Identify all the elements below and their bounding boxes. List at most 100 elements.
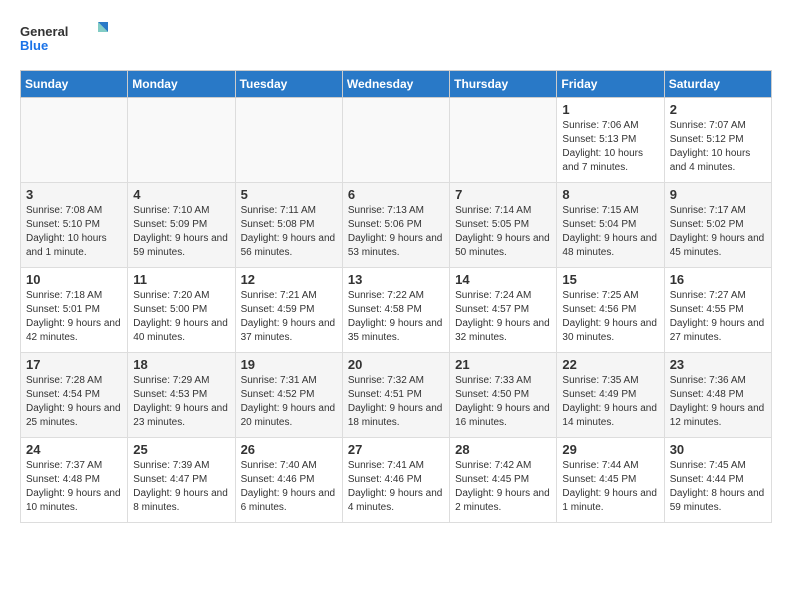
calendar-cell: 26 Sunrise: 7:40 AM Sunset: 4:46 PM Dayli… [235,438,342,523]
weekday-header-saturday: Saturday [664,71,771,98]
day-info: Sunrise: 7:06 AM Sunset: 5:13 PM Dayligh… [562,119,658,175]
day-number: 11 [133,272,229,287]
calendar-cell: 4 Sunrise: 7:10 AM Sunset: 5:09 PM Daylig… [128,183,235,268]
day-number: 5 [241,187,337,202]
calendar-week-3: 10 Sunrise: 7:18 AM Sunset: 5:01 PM Dayli… [21,268,772,353]
calendar-cell: 21 Sunrise: 7:33 AM Sunset: 4:50 PM Dayli… [450,353,557,438]
day-info: Sunrise: 7:36 AM Sunset: 4:48 PM Dayligh… [670,374,766,430]
day-info: Sunrise: 7:35 AM Sunset: 4:49 PM Dayligh… [562,374,658,430]
calendar-week-5: 24 Sunrise: 7:37 AM Sunset: 4:48 PM Dayli… [21,438,772,523]
calendar-cell: 7 Sunrise: 7:14 AM Sunset: 5:05 PM Daylig… [450,183,557,268]
calendar-cell: 6 Sunrise: 7:13 AM Sunset: 5:06 PM Daylig… [342,183,449,268]
day-info: Sunrise: 7:25 AM Sunset: 4:56 PM Dayligh… [562,289,658,345]
day-info: Sunrise: 7:24 AM Sunset: 4:57 PM Dayligh… [455,289,551,345]
day-number: 15 [562,272,658,287]
logo: General Blue [20,20,110,60]
calendar-cell: 9Sunrise: 7:17 AM Sunset: 5:02 PM Daylig… [664,183,771,268]
calendar-cell: 24 Sunrise: 7:37 AM Sunset: 4:48 PM Dayli… [21,438,128,523]
day-info: Sunrise: 7:15 AM Sunset: 5:04 PM Dayligh… [562,204,658,260]
calendar-cell: 10 Sunrise: 7:18 AM Sunset: 5:01 PM Dayli… [21,268,128,353]
calendar-cell: 17 Sunrise: 7:28 AM Sunset: 4:54 PM Dayli… [21,353,128,438]
day-info: Sunrise: 7:18 AM Sunset: 5:01 PM Dayligh… [26,289,122,345]
day-info: Sunrise: 7:31 AM Sunset: 4:52 PM Dayligh… [241,374,337,430]
day-info: Sunrise: 7:20 AM Sunset: 5:00 PM Dayligh… [133,289,229,345]
weekday-header-wednesday: Wednesday [342,71,449,98]
day-info: Sunrise: 7:37 AM Sunset: 4:48 PM Dayligh… [26,459,122,515]
day-info: Sunrise: 7:07 AM Sunset: 5:12 PM Dayligh… [670,119,766,175]
weekday-header-tuesday: Tuesday [235,71,342,98]
day-number: 27 [348,442,444,457]
day-number: 1 [562,102,658,117]
day-number: 19 [241,357,337,372]
day-info: Sunrise: 7:11 AM Sunset: 5:08 PM Dayligh… [241,204,337,260]
day-number: 14 [455,272,551,287]
day-number: 10 [26,272,122,287]
day-info: Sunrise: 7:14 AM Sunset: 5:05 PM Dayligh… [455,204,551,260]
day-number: 22 [562,357,658,372]
logo-svg: General Blue [20,20,110,60]
calendar-cell: 28 Sunrise: 7:42 AM Sunset: 4:45 PM Dayli… [450,438,557,523]
weekday-header-thursday: Thursday [450,71,557,98]
day-info: Sunrise: 7:39 AM Sunset: 4:47 PM Dayligh… [133,459,229,515]
day-info: Sunrise: 7:45 AM Sunset: 4:44 PM Dayligh… [670,459,766,515]
calendar-cell: 18Sunrise: 7:29 AM Sunset: 4:53 PM Dayli… [128,353,235,438]
weekday-header-sunday: Sunday [21,71,128,98]
day-number: 17 [26,357,122,372]
calendar-cell: 8Sunrise: 7:15 AM Sunset: 5:04 PM Daylig… [557,183,664,268]
calendar-cell: 3 Sunrise: 7:08 AM Sunset: 5:10 PM Daylig… [21,183,128,268]
day-number: 7 [455,187,551,202]
calendar-cell: 1 Sunrise: 7:06 AM Sunset: 5:13 PM Daylig… [557,98,664,183]
calendar-cell: 30 Sunrise: 7:45 AM Sunset: 4:44 PM Dayli… [664,438,771,523]
calendar-cell: 27 Sunrise: 7:41 AM Sunset: 4:46 PM Dayli… [342,438,449,523]
calendar-cell: 19 Sunrise: 7:31 AM Sunset: 4:52 PM Dayli… [235,353,342,438]
calendar-cell: 13Sunrise: 7:22 AM Sunset: 4:58 PM Dayli… [342,268,449,353]
calendar-cell: 29 Sunrise: 7:44 AM Sunset: 4:45 PM Dayli… [557,438,664,523]
day-number: 4 [133,187,229,202]
calendar-week-2: 3 Sunrise: 7:08 AM Sunset: 5:10 PM Daylig… [21,183,772,268]
calendar-cell: 14 Sunrise: 7:24 AM Sunset: 4:57 PM Dayli… [450,268,557,353]
calendar-cell: 15 Sunrise: 7:25 AM Sunset: 4:56 PM Dayli… [557,268,664,353]
day-info: Sunrise: 7:32 AM Sunset: 4:51 PM Dayligh… [348,374,444,430]
calendar-cell [342,98,449,183]
day-info: Sunrise: 7:41 AM Sunset: 4:46 PM Dayligh… [348,459,444,515]
svg-text:Blue: Blue [20,38,48,53]
day-number: 20 [348,357,444,372]
weekday-header-monday: Monday [128,71,235,98]
day-number: 24 [26,442,122,457]
day-number: 28 [455,442,551,457]
calendar-cell [450,98,557,183]
calendar-cell: 20 Sunrise: 7:32 AM Sunset: 4:51 PM Dayli… [342,353,449,438]
day-info: Sunrise: 7:28 AM Sunset: 4:54 PM Dayligh… [26,374,122,430]
svg-text:General: General [20,24,68,39]
day-number: 9 [670,187,766,202]
calendar-cell: 23 Sunrise: 7:36 AM Sunset: 4:48 PM Dayli… [664,353,771,438]
day-number: 30 [670,442,766,457]
calendar-cell: 16 Sunrise: 7:27 AM Sunset: 4:55 PM Dayli… [664,268,771,353]
calendar-cell: 2Sunrise: 7:07 AM Sunset: 5:12 PM Daylig… [664,98,771,183]
calendar-week-4: 17 Sunrise: 7:28 AM Sunset: 4:54 PM Dayli… [21,353,772,438]
day-number: 29 [562,442,658,457]
day-number: 3 [26,187,122,202]
calendar-cell: 25 Sunrise: 7:39 AM Sunset: 4:47 PM Dayli… [128,438,235,523]
day-info: Sunrise: 7:22 AM Sunset: 4:58 PM Dayligh… [348,289,444,345]
day-info: Sunrise: 7:27 AM Sunset: 4:55 PM Dayligh… [670,289,766,345]
day-info: Sunrise: 7:42 AM Sunset: 4:45 PM Dayligh… [455,459,551,515]
calendar-cell [128,98,235,183]
day-info: Sunrise: 7:13 AM Sunset: 5:06 PM Dayligh… [348,204,444,260]
weekday-header-row: SundayMondayTuesdayWednesdayThursdayFrid… [21,71,772,98]
day-number: 6 [348,187,444,202]
calendar-cell: 22 Sunrise: 7:35 AM Sunset: 4:49 PM Dayli… [557,353,664,438]
day-info: Sunrise: 7:29 AM Sunset: 4:53 PM Dayligh… [133,374,229,430]
day-info: Sunrise: 7:40 AM Sunset: 4:46 PM Dayligh… [241,459,337,515]
day-number: 23 [670,357,766,372]
day-number: 25 [133,442,229,457]
day-info: Sunrise: 7:33 AM Sunset: 4:50 PM Dayligh… [455,374,551,430]
day-info: Sunrise: 7:10 AM Sunset: 5:09 PM Dayligh… [133,204,229,260]
day-info: Sunrise: 7:08 AM Sunset: 5:10 PM Dayligh… [26,204,122,260]
day-info: Sunrise: 7:21 AM Sunset: 4:59 PM Dayligh… [241,289,337,345]
day-number: 26 [241,442,337,457]
day-info: Sunrise: 7:44 AM Sunset: 4:45 PM Dayligh… [562,459,658,515]
day-number: 16 [670,272,766,287]
calendar-cell: 11 Sunrise: 7:20 AM Sunset: 5:00 PM Dayli… [128,268,235,353]
day-number: 21 [455,357,551,372]
